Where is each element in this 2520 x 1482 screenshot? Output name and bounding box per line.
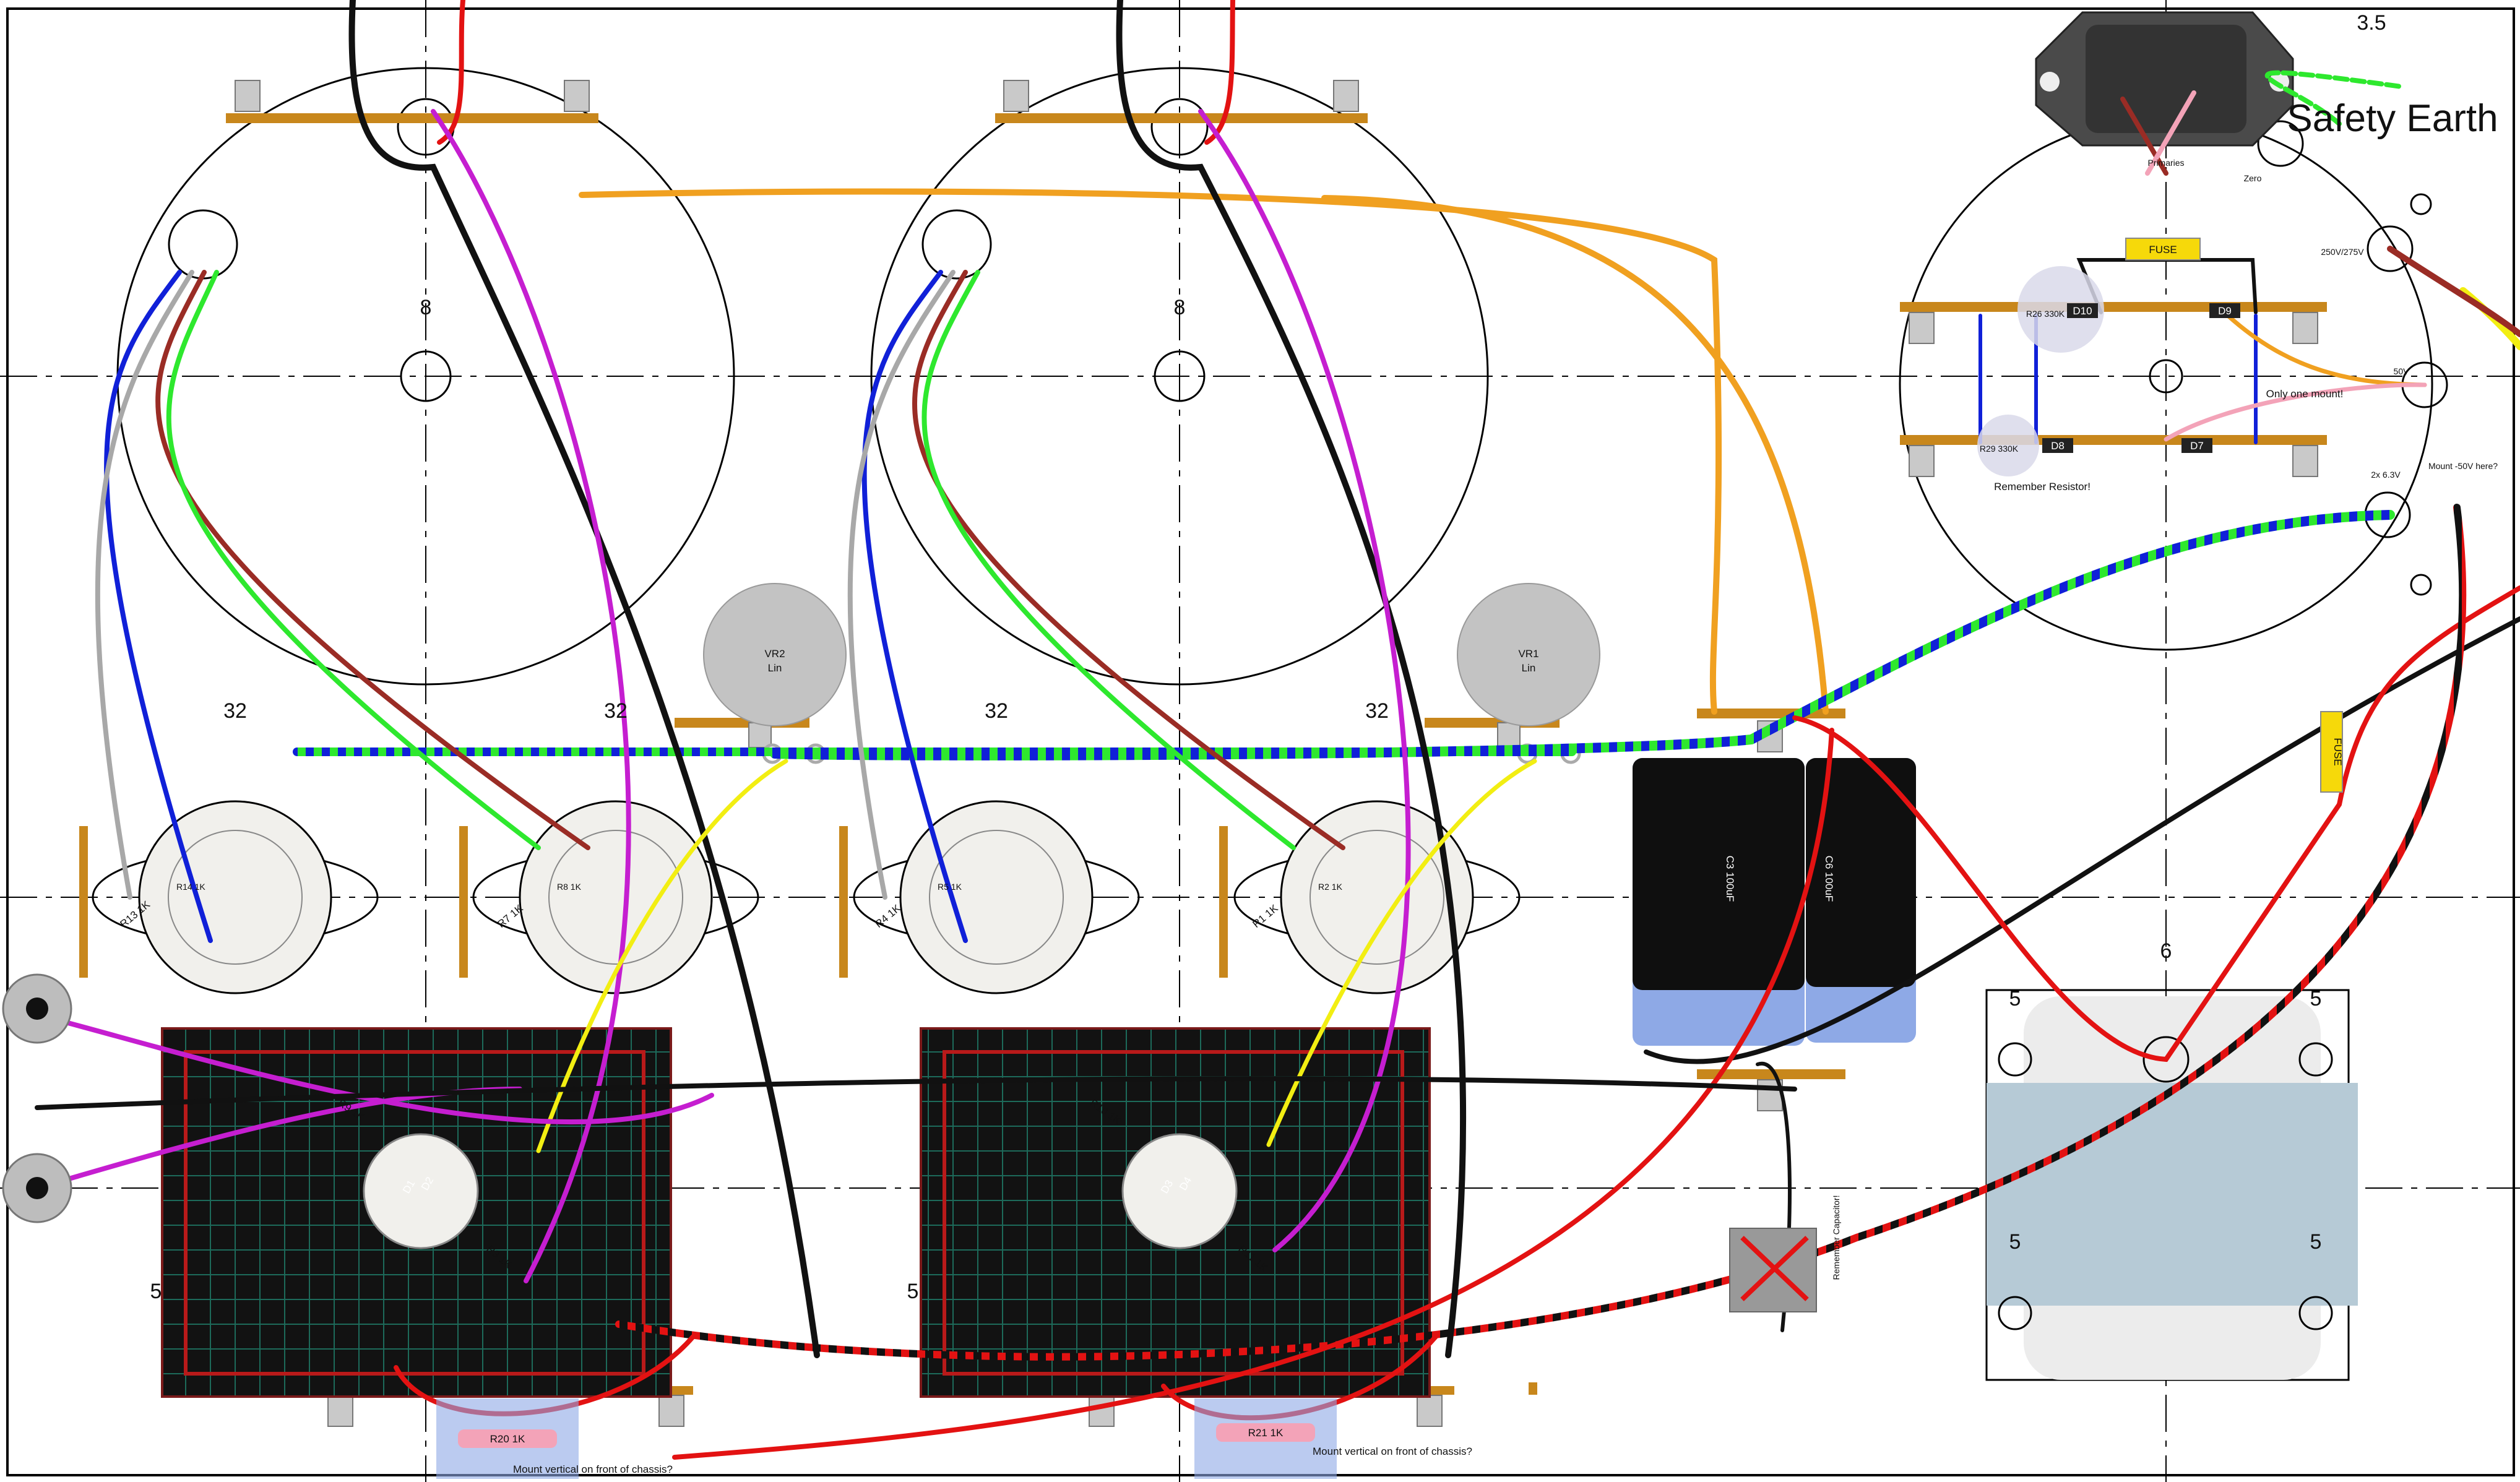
dim-35: 3.5 [2357,11,2386,35]
dim-5-5: 5 [907,1280,919,1303]
mount-50v-label: Mount -50V here? [2428,461,2498,471]
remember-capacitor-label: Remember Capacitor! [1831,1196,1841,1280]
remember-resistor-label: Remember Resistor! [1994,481,2091,493]
rp5-label: R5 1K [938,882,962,892]
dim-32-2: 32 [604,699,628,723]
r4-label: R4 1K [873,902,903,930]
vr1-lin-label: Lin [1522,662,1536,674]
dim-8-2: 8 [1174,296,1186,319]
remember-capacitor-part [1729,1228,1817,1312]
fuse-right-label: FUSE [2332,738,2344,765]
d10-label: D10 [2073,305,2092,317]
dim-32-4: 32 [1365,699,1389,723]
amplifier-layout-diagram: VR2 Lin VR1 Lin C3 100uF C6 100uF D10 D9… [0,0,2520,1482]
v250-label: 250V/275V [2321,247,2364,257]
input-jacks [2,973,72,1223]
dim-32-3: 32 [985,699,1008,723]
primaries-label: Primaries [2147,158,2184,168]
d7-label: D7 [2190,440,2204,452]
d9-label: D9 [2218,305,2232,317]
vr2-lin-label: Lin [768,662,782,674]
rp14-label: R14 1K [176,882,205,892]
r21-label: R21 1K [1248,1427,1284,1439]
safety-earth-label: Safety Earth [2287,97,2498,140]
rp2-label: R2 1K [1318,882,1343,892]
dim-5-2: 5 [2310,987,2322,1010]
rp8-label: R8 1K [557,882,582,892]
dim-8-1: 8 [420,296,432,319]
zero-label: Zero [2244,173,2262,183]
v50-label: 50V [2394,366,2410,376]
fuse-right: FUSE [2320,711,2344,793]
pcb-left [161,1027,672,1398]
vr2-label: VR2 [764,648,785,660]
r26-label: R26 330K [2026,309,2065,319]
fuse-top: FUSE [2125,238,2201,261]
only-one-mount-label: Only one mount! [2266,388,2344,400]
c6-label: C6 100uF [1823,856,1835,902]
dim-6: 6 [2160,939,2172,963]
v63-label: 2x 6.3V [2371,470,2401,480]
resistor-r21: R21 1K [1194,1398,1337,1479]
dim-5-3: 5 [2009,1230,2021,1254]
fuse-top-label: FUSE [2149,244,2177,256]
d8-label: D8 [2051,440,2065,452]
dim-5-1: 5 [2009,987,2021,1010]
r29-label: R29 330K [1980,444,2019,454]
pot-vr1: VR1 Lin [1457,583,1600,764]
c3-label: C3 100uF [1724,856,1736,902]
r20-label: R20 1K [490,1433,525,1445]
mount-vertical-label-1: Mount vertical on front of chassis? [513,1463,673,1475]
dim-5-4: 5 [2310,1230,2322,1254]
mount-vertical-label-2: Mount vertical on front of chassis? [1313,1445,1472,1457]
pot-vr2: VR2 Lin [703,583,847,764]
dim-5-6: 5 [150,1280,162,1303]
iec-inlet [2035,11,2294,147]
dim-32-1: 32 [223,699,247,723]
vr1-label: VR1 [1518,648,1538,660]
